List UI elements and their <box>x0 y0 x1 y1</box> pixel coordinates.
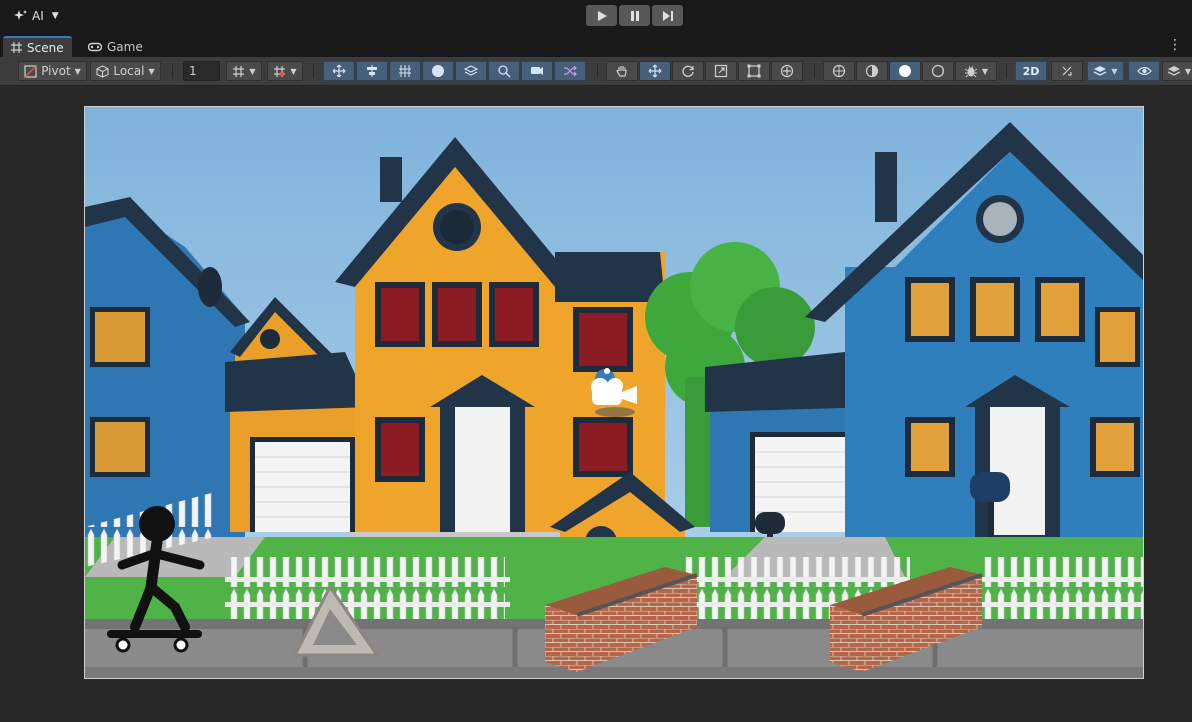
rect-tool-icon <box>747 64 761 78</box>
transform-tool-button[interactable] <box>771 61 803 81</box>
align-button[interactable] <box>356 61 388 81</box>
camera-icon <box>531 67 543 75</box>
move-tool-button[interactable] <box>639 61 671 81</box>
snap-grid-icon <box>274 65 286 77</box>
grid-snap-dropdown[interactable]: ▼ <box>226 61 262 81</box>
rotate-icon <box>682 65 694 77</box>
pivot-dropdown[interactable]: Pivot ▼ <box>18 61 87 81</box>
stack-layers-icon <box>1094 66 1107 76</box>
cube-icon <box>96 64 109 78</box>
search-icon <box>498 65 511 78</box>
chevron-down-icon: ▼ <box>290 66 297 76</box>
audio-toggle-button[interactable] <box>1051 61 1083 81</box>
left-garage <box>225 352 370 532</box>
pause-button[interactable] <box>619 5 650 26</box>
chevron-down-icon: ▼ <box>1184 66 1192 76</box>
top-bar: AI ▼ <box>0 0 1192 33</box>
local-dropdown[interactable]: Local ▼ <box>90 61 161 81</box>
grid-visibility-icon <box>399 65 411 77</box>
effects-off-icon <box>1062 66 1072 76</box>
scale-tool-button[interactable] <box>705 61 737 81</box>
tab-scene[interactable]: Scene <box>3 36 72 57</box>
gamepad-icon <box>88 42 102 51</box>
chevron-down-icon: ▼ <box>148 66 155 76</box>
picket-fence <box>225 557 505 619</box>
tab-game-label: Game <box>107 39 143 54</box>
tab-scene-label: Scene <box>27 40 64 55</box>
wireframe-mode-button[interactable] <box>922 61 954 81</box>
gizmos-layers-icon <box>1167 66 1181 76</box>
grid-snap-icon <box>233 65 245 77</box>
shuffle-icon <box>564 65 577 77</box>
shaded-mode-button[interactable] <box>889 61 921 81</box>
move-tool-icon <box>648 64 662 78</box>
2d-mode-toggle[interactable]: 2D <box>1015 61 1047 81</box>
scene-viewport[interactable] <box>84 106 1144 679</box>
half-sphere-icon <box>931 64 945 78</box>
transform-icon <box>780 64 794 78</box>
chevron-down-icon: ▼ <box>981 66 989 76</box>
layer-visibility-dropdown[interactable]: ▼ <box>1087 61 1124 81</box>
toolbar-divider <box>814 64 815 78</box>
lighting-icon <box>865 64 879 78</box>
align-icon <box>367 65 377 77</box>
rect-tool-button[interactable] <box>738 61 770 81</box>
sparkle-icon <box>14 10 27 20</box>
toolbar-divider <box>1006 64 1007 78</box>
scene-visibility-button[interactable] <box>1128 61 1160 81</box>
local-label: Local <box>113 64 145 78</box>
grid-visibility-button[interactable] <box>389 61 421 81</box>
lighting-button[interactable] <box>856 61 888 81</box>
tab-game[interactable]: Game <box>80 36 151 57</box>
playback-controls <box>586 5 683 26</box>
play-icon <box>597 10 607 21</box>
play-button[interactable] <box>586 5 617 26</box>
gizmos-dropdown[interactable]: ▼ <box>1162 61 1192 81</box>
step-button[interactable] <box>652 5 683 26</box>
scene-canvas <box>85 107 1143 678</box>
scene-toolbar: Pivot ▼ Local ▼ 1 ▼ ▼ ▼ 2D ▼ ▼ <box>0 57 1192 86</box>
ai-menu-label: AI <box>32 9 44 23</box>
toolbar-divider <box>313 64 314 78</box>
eye-icon <box>1136 66 1152 76</box>
pivot-icon <box>24 64 37 78</box>
step-icon <box>662 10 673 21</box>
camera-button[interactable] <box>521 61 553 81</box>
ai-menu-button[interactable]: AI ▼ <box>14 6 59 26</box>
chevron-down-icon: ▼ <box>1111 66 1118 76</box>
debug-draw-dropdown[interactable]: ▼ <box>955 61 997 81</box>
chevron-down-icon: ▼ <box>249 66 256 76</box>
toolbar-divider <box>597 64 598 78</box>
more-options-icon[interactable]: ⋮ <box>1168 38 1182 52</box>
hand-icon <box>616 66 627 77</box>
shuffle-button[interactable] <box>554 61 586 81</box>
search-button[interactable] <box>488 61 520 81</box>
move-arrows-icon <box>332 64 346 78</box>
layers-button[interactable] <box>455 61 487 81</box>
grid-icon <box>11 42 22 53</box>
layers-icon <box>464 65 478 76</box>
chevron-down-icon: ▼ <box>51 11 59 21</box>
scale-icon <box>714 64 728 78</box>
pause-icon <box>630 10 639 21</box>
chevron-down-icon: ▼ <box>74 66 81 76</box>
globe-icon <box>832 64 846 78</box>
view-tab-bar: Scene Game <box>0 33 1192 57</box>
sphere-icon <box>432 65 444 77</box>
picket-fence <box>980 557 1143 619</box>
shading-sphere-button[interactable] <box>422 61 454 81</box>
toolbar-divider <box>172 64 173 78</box>
shaded-sphere-icon <box>899 65 911 77</box>
pivot-label: Pivot <box>41 64 71 78</box>
move-gizmo-button[interactable] <box>323 61 355 81</box>
snap-increment-field[interactable]: 1 <box>183 61 220 81</box>
global-view-button[interactable] <box>823 61 855 81</box>
snap-settings-dropdown[interactable]: ▼ <box>267 61 303 81</box>
bug-icon <box>964 66 978 78</box>
hand-tool-button[interactable] <box>606 61 638 81</box>
rotate-tool-button[interactable] <box>672 61 704 81</box>
